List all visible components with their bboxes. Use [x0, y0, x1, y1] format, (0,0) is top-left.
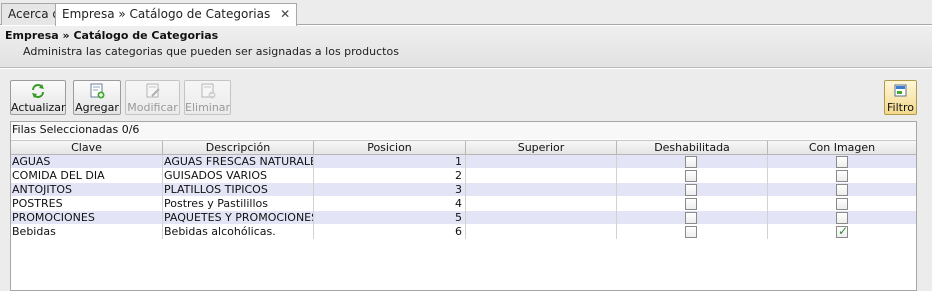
column-header-superior[interactable]: Superior	[466, 141, 617, 155]
checkmark-icon: ✓	[838, 225, 849, 238]
cell-con-imagen	[768, 169, 916, 183]
cell-deshabilitada	[617, 169, 768, 183]
cell-con-imagen	[768, 211, 916, 225]
edit-icon	[126, 83, 179, 101]
cell-deshabilitada	[617, 155, 768, 169]
refresh-icon	[11, 83, 65, 101]
modificar-label: Modificar	[127, 101, 178, 114]
add-icon	[74, 83, 120, 101]
cell-deshabilitada	[617, 225, 768, 239]
cell-con-imagen	[768, 183, 916, 197]
close-icon[interactable]: ✕	[280, 4, 290, 24]
cell-superior	[466, 169, 617, 183]
tab-strip: Acerca de Empresa » Catálogo de Categori…	[0, 0, 932, 26]
table-row[interactable]: Bebidas Bebidas alcohólicas. 6 ✓	[11, 225, 916, 239]
page-title: Empresa » Catálogo de Categorias	[5, 29, 219, 42]
column-header-posicion[interactable]: Posicion	[314, 141, 466, 155]
tab-catalogo-categorias[interactable]: Empresa » Catálogo de Categorias ✕	[55, 3, 298, 26]
cell-descripcion: GUISADOS VARIOS	[163, 169, 314, 183]
actualizar-button[interactable]: Actualizar	[10, 80, 66, 115]
deshabilitada-checkbox[interactable]	[685, 198, 697, 210]
cell-posicion: 3	[314, 183, 466, 197]
cell-deshabilitada	[617, 197, 768, 211]
cell-clave: COMIDA DEL DIA	[11, 169, 163, 183]
page-header: Empresa » Catálogo de Categorias Adminis…	[0, 26, 932, 68]
table-row[interactable]: POSTRES Postres y Pastilillos 4	[11, 197, 916, 211]
deshabilitada-checkbox[interactable]	[685, 226, 697, 238]
cell-descripcion: PLATILLOS TIPICOS	[163, 183, 314, 197]
table-header: Clave Descripción Posicion Superior Desh…	[11, 140, 916, 155]
cell-descripcion: AGUAS FRESCAS NATURALES	[164, 155, 314, 169]
delete-icon	[185, 83, 230, 101]
con-imagen-checkbox[interactable]	[836, 198, 848, 210]
column-header-clave[interactable]: Clave	[11, 141, 163, 155]
cell-superior	[466, 155, 617, 169]
cell-con-imagen: ✓	[768, 225, 916, 239]
cell-con-imagen	[768, 155, 916, 169]
deshabilitada-checkbox[interactable]	[685, 212, 697, 224]
table-row[interactable]: COMIDA DEL DIA GUISADOS VARIOS 2	[11, 169, 916, 183]
cell-clave: POSTRES	[11, 197, 163, 211]
cell-descripcion: Bebidas alcohólicas.	[163, 225, 314, 239]
cell-clave: ANTOJITOS	[11, 183, 163, 197]
deshabilitada-checkbox[interactable]	[685, 170, 697, 182]
cell-superior	[466, 225, 617, 239]
categorias-table[interactable]: Filas Seleccionadas 0/6 Clave Descripció…	[10, 121, 917, 291]
modificar-button[interactable]: Modificar	[125, 80, 180, 115]
page-subtitle: Administra las categorias que pueden ser…	[23, 45, 399, 58]
cell-deshabilitada	[617, 183, 768, 197]
agregar-button[interactable]: Agregar	[73, 80, 121, 115]
cell-posicion: 4	[314, 197, 466, 211]
con-imagen-checkbox[interactable]: ✓	[836, 225, 849, 238]
actualizar-label: Actualizar	[11, 101, 66, 114]
cell-superior	[466, 211, 617, 225]
eliminar-label: Eliminar	[185, 101, 231, 114]
cell-superior	[466, 197, 617, 211]
cell-posicion: 1	[314, 155, 466, 169]
cell-posicion: 6	[314, 225, 466, 239]
cell-superior	[466, 183, 617, 197]
cell-deshabilitada	[617, 211, 768, 225]
cell-clave: Bebidas	[11, 225, 163, 239]
cell-descripcion: PAQUETES Y PROMOCIONES	[164, 211, 314, 225]
filtro-label: Filtro	[887, 101, 914, 114]
eliminar-button[interactable]: Eliminar	[184, 80, 231, 115]
deshabilitada-checkbox[interactable]	[685, 184, 697, 196]
deshabilitada-checkbox[interactable]	[685, 156, 697, 168]
tab-label: Empresa » Catálogo de Categorias	[62, 7, 271, 21]
table-row[interactable]: ANTOJITOS PLATILLOS TIPICOS 3	[11, 183, 916, 197]
cell-con-imagen	[768, 197, 916, 211]
table-row[interactable]: PROMOCIONES PAQUETES Y PROMOCIONES 5	[11, 211, 916, 225]
cell-posicion: 5	[314, 211, 466, 225]
filtro-button[interactable]: Filtro	[884, 80, 917, 115]
con-imagen-checkbox[interactable]	[836, 156, 848, 168]
agregar-label: Agregar	[75, 101, 119, 114]
cell-descripcion: Postres y Pastilillos	[163, 197, 314, 211]
cell-clave: PROMOCIONES	[11, 211, 163, 225]
cell-posicion: 2	[314, 169, 466, 183]
column-header-con-imagen[interactable]: Con Imagen	[768, 141, 916, 155]
cell-clave: AGUAS	[11, 155, 163, 169]
filter-icon	[885, 83, 916, 101]
con-imagen-checkbox[interactable]	[836, 170, 848, 182]
selection-status: Filas Seleccionadas 0/6	[11, 122, 916, 139]
column-header-descripcion[interactable]: Descripción	[163, 141, 314, 155]
con-imagen-checkbox[interactable]	[836, 212, 848, 224]
table-row[interactable]: AGUAS AGUAS FRESCAS NATURALES 1	[11, 155, 916, 169]
con-imagen-checkbox[interactable]	[836, 184, 848, 196]
column-header-deshabilitada[interactable]: Deshabilitada	[617, 141, 768, 155]
